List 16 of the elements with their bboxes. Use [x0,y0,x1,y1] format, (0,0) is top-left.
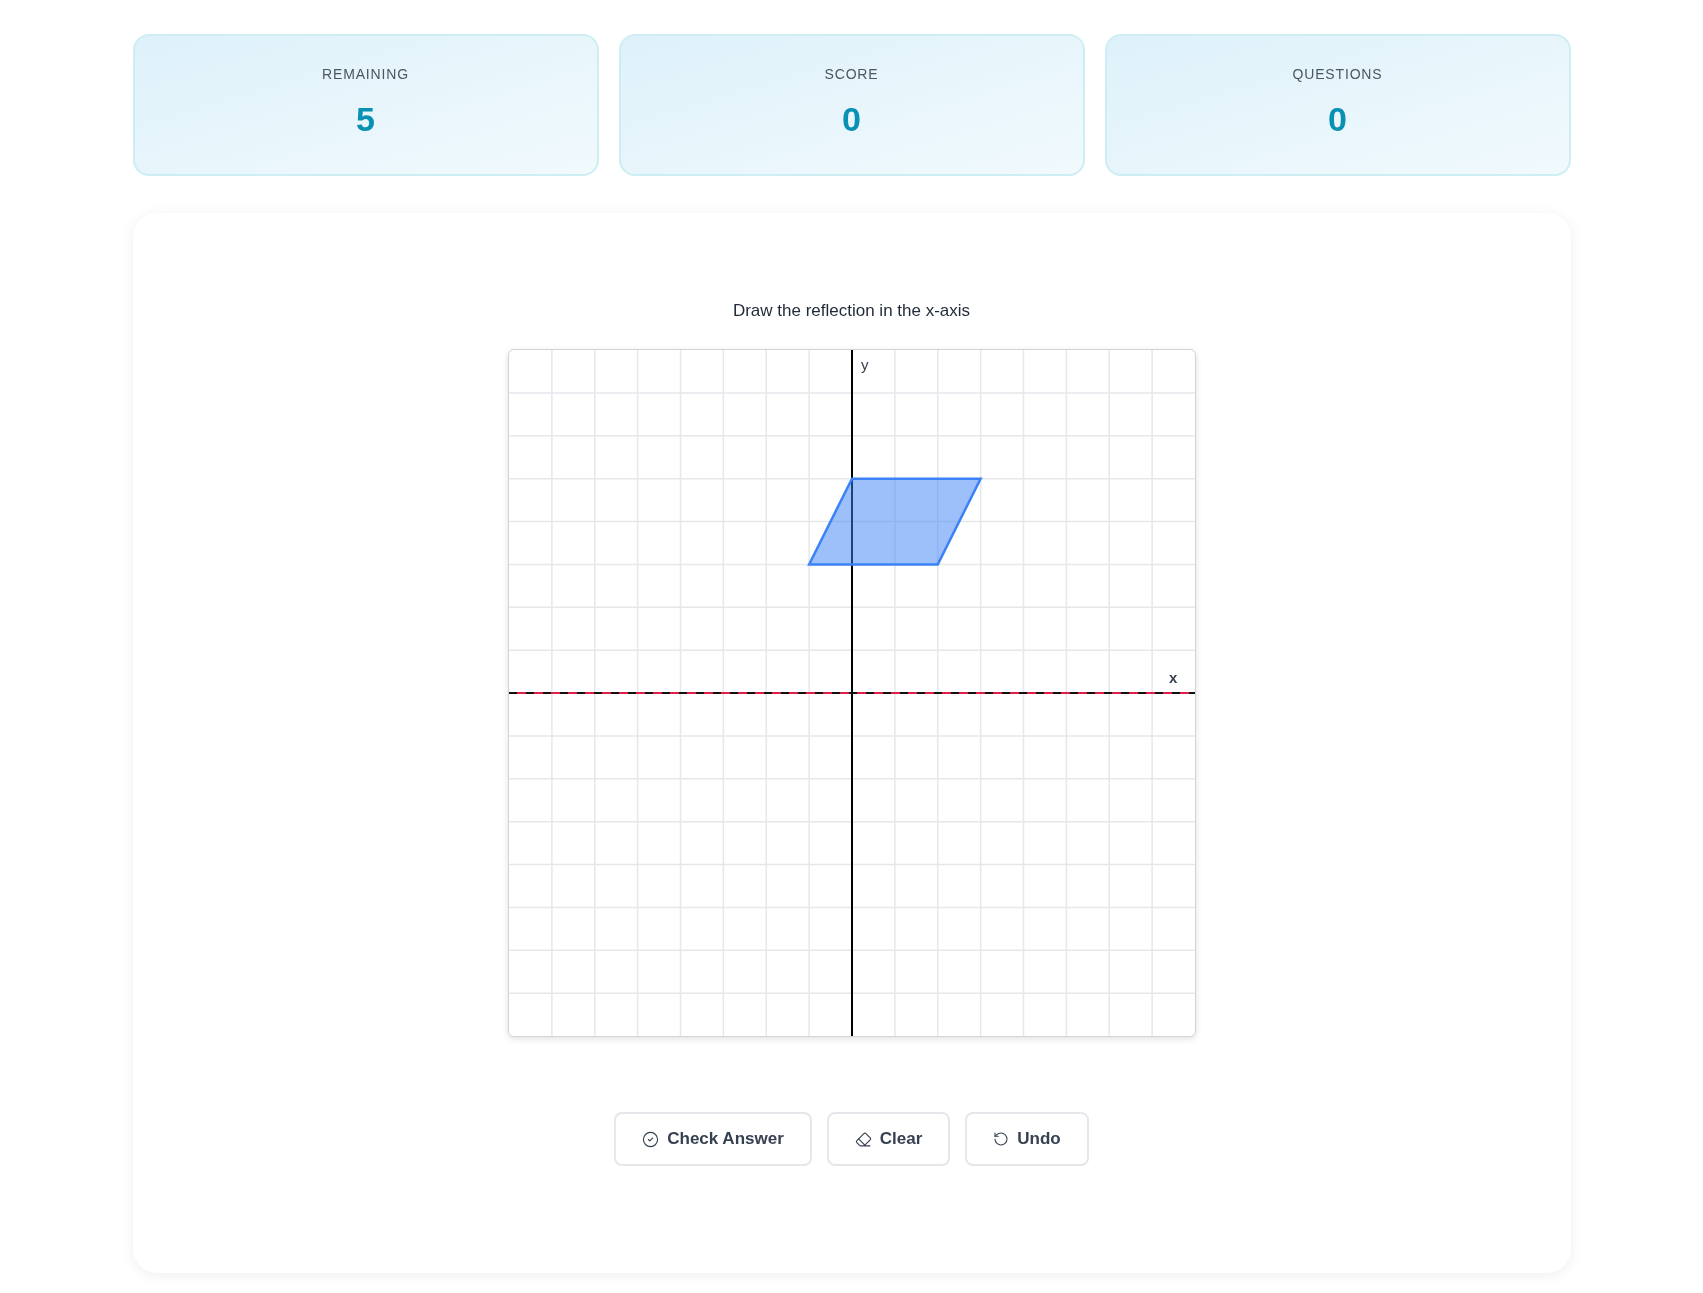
undo-icon [993,1131,1010,1147]
stat-label: QUESTIONS [1292,65,1383,84]
action-button[interactable]: Undo [965,1112,1089,1166]
stat-value: 5 [356,99,375,139]
action-button[interactable]: Check Answer [614,1112,812,1166]
axis-label: x [1168,669,1177,686]
stat-label: REMAINING [322,65,409,84]
stat-value: 0 [1328,99,1347,139]
check-circle-icon [642,1130,660,1148]
stat-label: SCORE [824,65,879,84]
axis-label: y [860,356,868,373]
question-prompt: Draw the reflection in the x-axis [732,300,971,322]
eraser-icon [854,1130,872,1148]
coordinate-grid[interactable]: y x [507,349,1196,1037]
stat-value: 0 [842,99,861,139]
action-button[interactable]: Clear [826,1112,951,1166]
